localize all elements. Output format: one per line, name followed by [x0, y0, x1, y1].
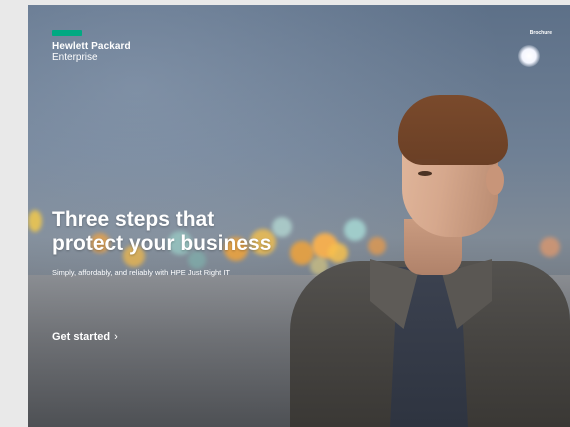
- headline-line-1: Three steps that: [52, 208, 215, 231]
- hero-person-photo: [290, 91, 570, 427]
- hpe-logo[interactable]: Hewlett Packard Enterprise: [52, 30, 131, 63]
- headline-line-2: protect your business: [52, 232, 272, 255]
- person-ear: [486, 165, 504, 195]
- hero-subtitle: Simply, affordably, and reliably with HP…: [52, 268, 230, 277]
- person-brow: [414, 159, 440, 164]
- hero-headline: Three steps that protect your business: [52, 208, 352, 256]
- brochure-link[interactable]: Brochure: [530, 30, 552, 36]
- logo-text-line1: Hewlett Packard: [52, 41, 131, 52]
- logo-text-line2: Enterprise: [52, 52, 98, 63]
- person-hair: [398, 95, 508, 165]
- get-started-label: Get started: [52, 331, 111, 343]
- bokeh-light: [28, 210, 42, 232]
- get-started-button[interactable]: Get started ›: [52, 331, 118, 343]
- logo-accent-bar: [52, 30, 82, 36]
- street-lamp-light: [518, 45, 540, 67]
- person-eye: [418, 171, 432, 176]
- chevron-right-icon: ›: [114, 331, 118, 343]
